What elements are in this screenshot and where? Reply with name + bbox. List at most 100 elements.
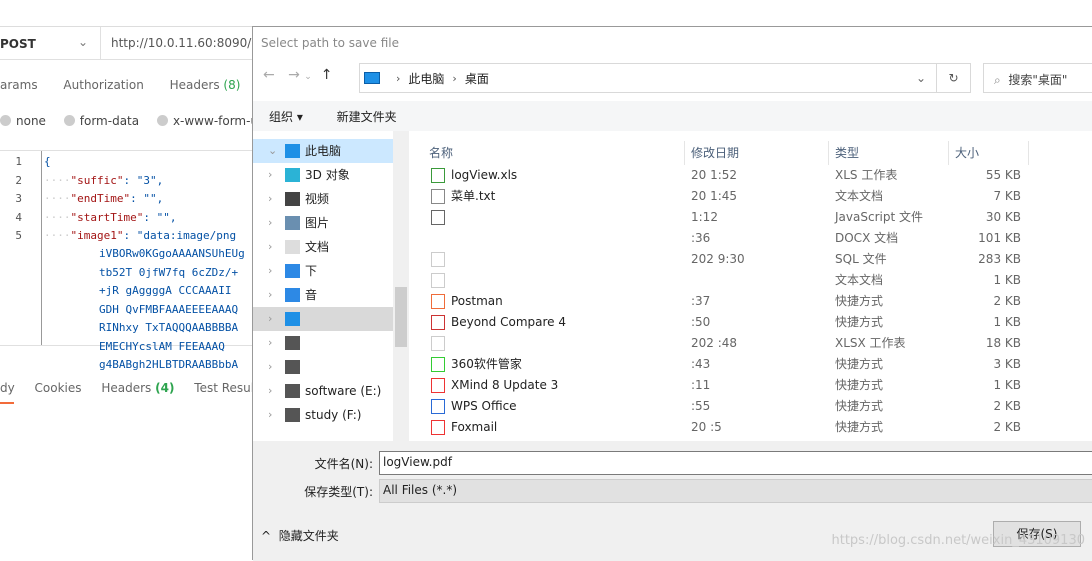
chevron-right-icon[interactable]: › [268, 187, 272, 211]
chevron-right-icon[interactable]: › [268, 283, 272, 307]
up-icon[interactable]: ↑ [321, 67, 333, 83]
tree-item[interactable]: › 3D 对象 [253, 163, 393, 187]
file-size: 2 KB [993, 399, 1021, 413]
tree-item[interactable]: › 图片 [253, 211, 393, 235]
method-select[interactable]: POST [0, 37, 36, 51]
chevron-down-icon[interactable]: ⌄ [78, 35, 88, 49]
tree-item[interactable]: › [253, 307, 393, 331]
base64-line: GDH QvFMBFAAAEEEEAAAQ [99, 302, 239, 316]
organize-button[interactable]: 组织 ▾ [269, 110, 303, 124]
base64-line: EMECHYcslAM FEEAAAQ [99, 339, 225, 353]
file-row[interactable]: WPS Office :55 快捷方式 2 KB [411, 396, 1092, 417]
tab-response-headers[interactable]: Headers (4) [101, 381, 174, 395]
tree-item[interactable]: › [253, 331, 393, 355]
column-date[interactable]: 修改日期 [685, 141, 829, 165]
refresh-button[interactable]: ↻ [937, 63, 971, 93]
file-name: Beyond Compare 4 [451, 315, 566, 329]
radio-none[interactable]: none [0, 114, 46, 128]
tab-body[interactable]: dy [0, 381, 15, 395]
file-size: 1 KB [993, 273, 1021, 287]
file-row[interactable]: :36 DOCX 文档 101 KB [411, 228, 1092, 249]
body-editor[interactable]: 1 {2 ····"suffic": "3", 3 ····"endTime": "",… [0, 150, 252, 371]
tree-item[interactable]: › 视频 [253, 187, 393, 211]
file-date: 202 :48 [691, 336, 738, 350]
json-key: "image1" [70, 229, 124, 242]
computer-icon [285, 144, 300, 158]
file-type: 快捷方式 [835, 315, 884, 329]
chevron-right-icon[interactable]: › [268, 211, 272, 235]
scrollbar-thumb[interactable] [395, 287, 407, 347]
file-row[interactable]: 文本文档 1 KB [411, 270, 1092, 291]
radio-form-data[interactable]: form-data [63, 114, 139, 128]
column-type[interactable]: 类型 [829, 141, 949, 165]
chevron-right-icon[interactable]: › [268, 403, 272, 427]
file-row[interactable]: 202 :48 XLSX 工作表 18 KB [411, 333, 1092, 354]
file-size: 1 KB [993, 315, 1021, 329]
filename-label: 文件名(N): [314, 457, 373, 471]
column-name[interactable]: 名称 [411, 141, 685, 165]
tree-item[interactable]: › 下 [253, 259, 393, 283]
breadcrumb-this-pc[interactable]: 此电脑 [408, 70, 444, 87]
chevron-down-icon[interactable]: ⌄ [268, 139, 277, 163]
filename-input[interactable]: logView.pdf [379, 451, 1092, 475]
tab-headers[interactable]: Headers (8) [170, 78, 241, 92]
radio-urlencoded[interactable]: x-www-form-url [156, 114, 266, 128]
file-icon [431, 252, 445, 267]
code-line: ····"image1": "data:image/png [44, 229, 237, 242]
json-value: { [44, 155, 51, 168]
chevron-right-icon[interactable]: › [268, 307, 272, 331]
tree-item[interactable]: › 音 [253, 283, 393, 307]
search-input[interactable]: ⌕ 搜索"桌面" [983, 63, 1092, 93]
json-value: : "data:image/png [123, 229, 237, 242]
chevron-down-icon[interactable]: ⌄ [916, 71, 926, 85]
chevron-right-icon[interactable]: › [268, 259, 272, 283]
base64-line: g4BABgh2HLBTDRAABBbbA [99, 358, 239, 371]
chevron-right-icon[interactable]: › [268, 331, 272, 355]
file-row[interactable]: 360软件管家 :43 快捷方式 3 KB [411, 354, 1092, 375]
file-icon [431, 420, 445, 435]
filetype-select[interactable]: All Files (*.*) [379, 479, 1092, 503]
new-folder-button[interactable]: 新建文件夹 [337, 110, 397, 124]
forward-icon[interactable]: → [288, 67, 300, 83]
file-row[interactable]: Foxmail 20 :5 快捷方式 2 KB [411, 417, 1092, 438]
file-row[interactable]: logView.xls 20 1:52 XLS 工作表 55 KB [411, 165, 1092, 186]
tree-item[interactable]: › software (E:) [253, 379, 393, 403]
save-dialog: Select path to save file ← → ⌄ ↑ › 此电脑 ›… [252, 26, 1092, 561]
chevron-right-icon[interactable]: › [268, 235, 272, 259]
tab-params[interactable]: arams [0, 78, 38, 92]
column-size[interactable]: 大小 [949, 141, 1029, 165]
back-icon[interactable]: ← [263, 67, 275, 83]
file-size: 1 KB [993, 378, 1021, 392]
chevron-right-icon[interactable]: › [268, 355, 272, 379]
tree-scrollbar[interactable] [393, 131, 409, 441]
tree-item[interactable]: › 文档 [253, 235, 393, 259]
file-type: XLSX 工作表 [835, 336, 906, 350]
hide-folders-button[interactable]: ^ 隐藏文件夹 [261, 527, 339, 544]
chevron-right-icon[interactable]: › [268, 379, 272, 403]
tree-item-label: 视频 [305, 192, 330, 206]
address-bar[interactable]: › 此电脑 › 桌面 ⌄ [359, 63, 937, 93]
base64-line: RINhxy TxTAQQQAABBBBA [99, 321, 239, 334]
body-modes: none form-data x-www-form-url [0, 114, 280, 128]
video-icon [285, 192, 300, 206]
chevron-right-icon[interactable]: › [268, 163, 272, 187]
tab-cookies[interactable]: Cookies [35, 381, 82, 395]
breadcrumb-desktop[interactable]: 桌面 [465, 70, 489, 87]
file-type: 文本文档 [835, 189, 884, 203]
recent-chevron-icon[interactable]: ⌄ [304, 72, 312, 82]
url-input[interactable]: http://10.0.11.60:8090/log [100, 27, 252, 60]
tree-item[interactable]: › [253, 355, 393, 379]
chevron-right-icon: › [452, 71, 457, 85]
gutter [41, 151, 42, 345]
file-row[interactable]: 1:12 JavaScript 文件 30 KB [411, 207, 1092, 228]
tree-item[interactable]: › study (F:) [253, 403, 393, 427]
file-row[interactable]: Postman :37 快捷方式 2 KB [411, 291, 1092, 312]
file-row[interactable]: XMind 8 Update 3 :11 快捷方式 1 KB [411, 375, 1092, 396]
tab-authorization[interactable]: Authorization [63, 78, 143, 92]
file-icon [431, 336, 445, 351]
file-row[interactable]: Beyond Compare 4 :50 快捷方式 1 KB [411, 312, 1092, 333]
file-row[interactable]: 菜单.txt 20 1:45 文本文档 7 KB [411, 186, 1092, 207]
tree-item[interactable]: ⌄ 此电脑 [253, 139, 393, 163]
file-row[interactable]: 202 9:30 SQL 文件 283 KB [411, 249, 1092, 270]
base64-line: tb52T 0jfW7fq 6cZDz/+ [99, 265, 239, 279]
